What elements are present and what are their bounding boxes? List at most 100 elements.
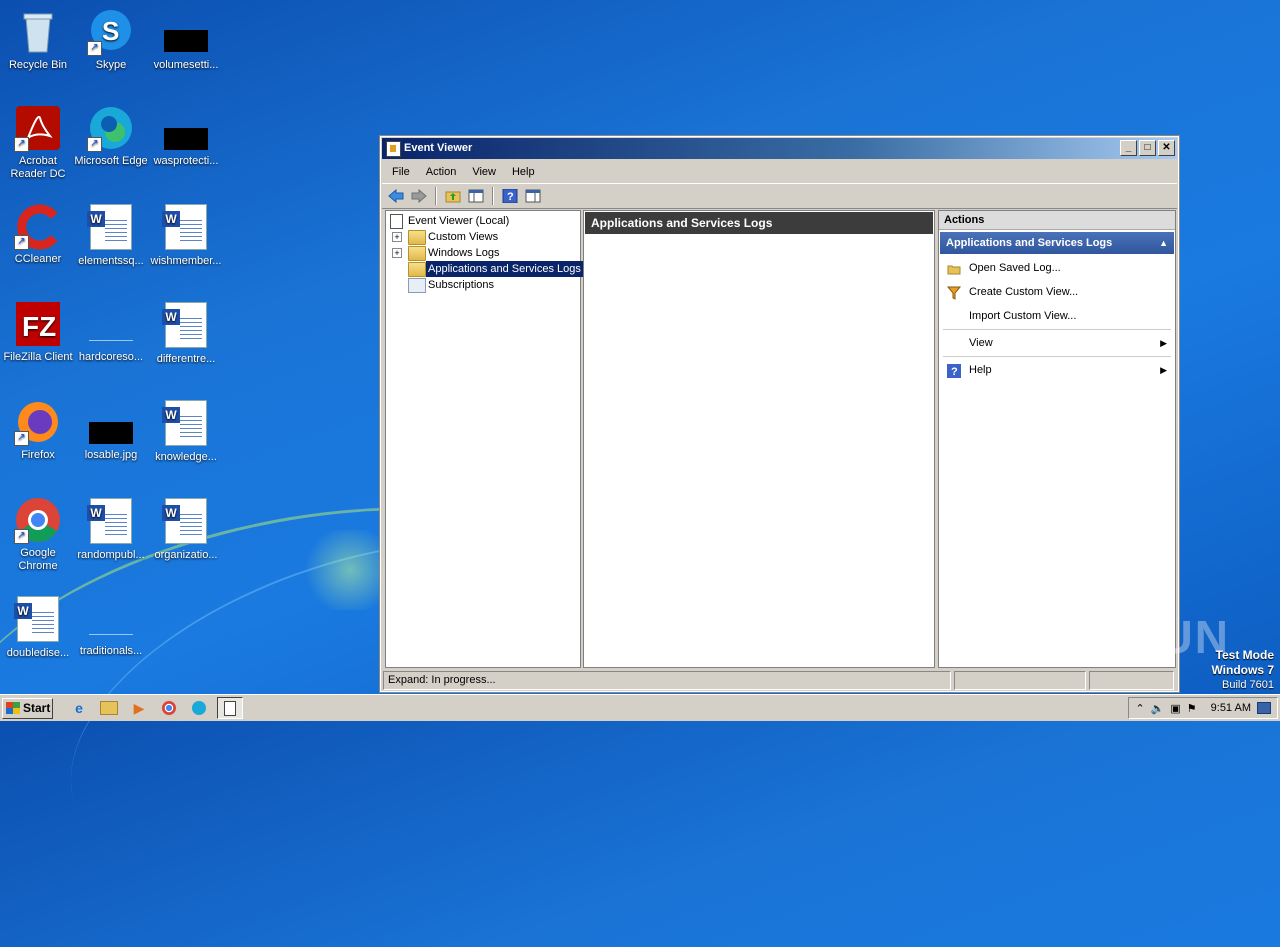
minimize-button[interactable]: _ [1120, 140, 1137, 156]
desktop-icon-traditionals[interactable]: traditionals... [73, 594, 149, 658]
tree-item-subscriptions[interactable]: Subscriptions [386, 277, 580, 293]
chrome-icon [162, 701, 176, 715]
desktop-icon-organizatio[interactable]: W organizatio... [148, 496, 224, 562]
collapse-up-icon[interactable]: ▲ [1159, 232, 1168, 254]
anyrun-watermark: ANY RUN [1007, 611, 1230, 663]
system-tray: ⌃ 🔈 ▣ ⚑ 9:51 AM [1128, 697, 1278, 719]
clock[interactable]: 9:51 AM [1211, 702, 1251, 714]
acrobat-icon: ↗ [14, 104, 62, 152]
status-panel-3 [1088, 671, 1174, 690]
expand-plus-icon[interactable]: + [392, 248, 402, 258]
test-mode-notice: Test Mode Windows 7 Build 7601 [1211, 648, 1274, 691]
taskbar: Start e ▶ ⌃ 🔈 ▣ ⚑ 9:51 AM [0, 694, 1280, 721]
tree-item-applications-and-services-logs[interactable]: Applications and Services Logs [386, 261, 583, 277]
folder-icon [408, 230, 426, 245]
show-hide-console-tree-button[interactable] [466, 187, 486, 205]
desktop-icon-chrome[interactable]: ↗ Google Chrome [0, 496, 76, 573]
svg-text:?: ? [951, 366, 958, 378]
image-file-icon [87, 398, 135, 446]
desktop-icon-volumesetti[interactable]: volumesetti... [148, 8, 224, 72]
volume-icon[interactable]: 🔈 [1151, 702, 1165, 715]
taskbar-ie[interactable]: e [67, 698, 91, 718]
tree-item-custom-views[interactable]: + Custom Views [386, 229, 580, 245]
desktop-icon-hardcoreso[interactable]: hardcoreso... [73, 300, 149, 364]
desktop-icon-losable[interactable]: losable.jpg [73, 398, 149, 462]
back-button[interactable] [386, 187, 406, 205]
shortcut-arrow-icon: ↗ [87, 41, 102, 56]
help-button[interactable]: ? [500, 187, 520, 205]
taskbar-edge[interactable] [187, 698, 211, 718]
word-document-icon: W [162, 204, 210, 252]
menu-bar: File Action View Help [380, 161, 1179, 183]
blank-file-icon [87, 300, 135, 348]
action-open-saved-log[interactable]: Open Saved Log... [939, 256, 1175, 280]
shortcut-arrow-icon: ↗ [14, 137, 29, 152]
menu-view[interactable]: View [464, 166, 504, 178]
taskbar-media-player[interactable]: ▶ [127, 698, 151, 718]
desktop-icon-firefox[interactable]: ↗ Firefox [0, 398, 76, 462]
toolbar-separator [435, 187, 437, 205]
show-hide-action-pane-button[interactable] [523, 187, 543, 205]
start-button[interactable]: Start [2, 697, 53, 719]
word-document-icon: W [162, 302, 210, 350]
chrome-icon: ↗ [14, 496, 62, 544]
desktop-icon-knowledge[interactable]: W knowledge... [148, 398, 224, 464]
word-document-icon: W [14, 596, 62, 644]
taskbar-explorer[interactable] [97, 698, 121, 718]
desktop-icon-wasprotecti[interactable]: wasprotecti... [148, 104, 224, 168]
results-pane: Applications and Services Logs [583, 210, 935, 668]
action-import-custom-view[interactable]: Import Custom View... [939, 304, 1175, 328]
maximize-button[interactable]: □ [1139, 140, 1156, 156]
desktop-icon-wishmember[interactable]: W wishmember... [148, 202, 224, 268]
desktop-icon-acrobat[interactable]: ↗ Acrobat Reader DC [0, 104, 76, 181]
console-tree-icon [468, 189, 484, 203]
results-pane-header: Applications and Services Logs [585, 212, 933, 234]
network-icon[interactable]: ▣ [1170, 702, 1180, 715]
console-tree-pane: Event Viewer (Local) + Custom Views + Wi… [385, 210, 583, 668]
desktop-icon-filezilla[interactable]: FZ FileZilla Client [0, 300, 76, 364]
desktop-icon-doubledise[interactable]: W doubledise... [0, 594, 76, 660]
desktop-icon-differentre[interactable]: W differentre... [148, 300, 224, 366]
tree-item-windows-logs[interactable]: + Windows Logs [386, 245, 580, 261]
desktop-icon-edge[interactable]: ↗ Microsoft Edge [73, 104, 149, 168]
show-hidden-icons-icon[interactable]: ⌃ [1135, 702, 1144, 715]
firefox-icon: ↗ [14, 398, 62, 446]
taskbar-chrome[interactable] [157, 698, 181, 718]
action-create-custom-view[interactable]: Create Custom View... [939, 280, 1175, 304]
up-folder-button[interactable] [443, 187, 463, 205]
svg-text:FZ: FZ [22, 311, 56, 342]
desktop-icon-randompubl[interactable]: W randompubl... [73, 496, 149, 562]
close-button[interactable]: ✕ [1158, 140, 1175, 156]
desktop-icon-skype[interactable]: S ↗ Skype [73, 8, 149, 72]
action-center-flag-icon[interactable]: ⚑ [1187, 702, 1197, 715]
tree-item-event-viewer-local[interactable]: Event Viewer (Local) [386, 213, 580, 229]
recycle-bin-icon [14, 8, 62, 56]
expand-plus-icon[interactable]: + [392, 232, 402, 242]
menu-help[interactable]: Help [504, 166, 543, 178]
shortcut-arrow-icon: ↗ [14, 529, 29, 544]
actions-separator [943, 329, 1171, 330]
actions-section-header[interactable]: Applications and Services Logs ▲ [940, 232, 1174, 254]
status-bar: Expand: In progress... [383, 671, 1174, 690]
desktop-icon-elementssq[interactable]: W elementssq... [73, 202, 149, 268]
action-view[interactable]: View ▶ [939, 331, 1175, 355]
forward-button[interactable] [409, 187, 429, 205]
svg-text:S: S [102, 16, 119, 46]
filter-icon [946, 285, 962, 300]
folder-up-icon [445, 191, 461, 203]
desktop-icon-ccleaner[interactable]: ↗ CCleaner [0, 202, 76, 266]
event-viewer-icon [224, 700, 236, 716]
shortcut-arrow-icon: ↗ [14, 431, 29, 446]
menu-action[interactable]: Action [418, 166, 465, 178]
action-help[interactable]: ? Help ▶ [939, 358, 1175, 382]
status-panel-2 [954, 671, 1086, 690]
submenu-arrow-icon: ▶ [1160, 338, 1167, 348]
show-desktop-icon[interactable] [1257, 702, 1271, 714]
taskbar-event-viewer[interactable] [217, 697, 243, 719]
menu-file[interactable]: File [384, 166, 418, 178]
window-titlebar[interactable]: Event Viewer _ □ ✕ [382, 138, 1177, 159]
shortcut-arrow-icon: ↗ [87, 137, 102, 152]
desktop-icon-recycle-bin[interactable]: Recycle Bin [0, 8, 76, 72]
filezilla-icon: FZ [14, 300, 62, 348]
shortcut-arrow-icon: ↗ [14, 235, 29, 250]
